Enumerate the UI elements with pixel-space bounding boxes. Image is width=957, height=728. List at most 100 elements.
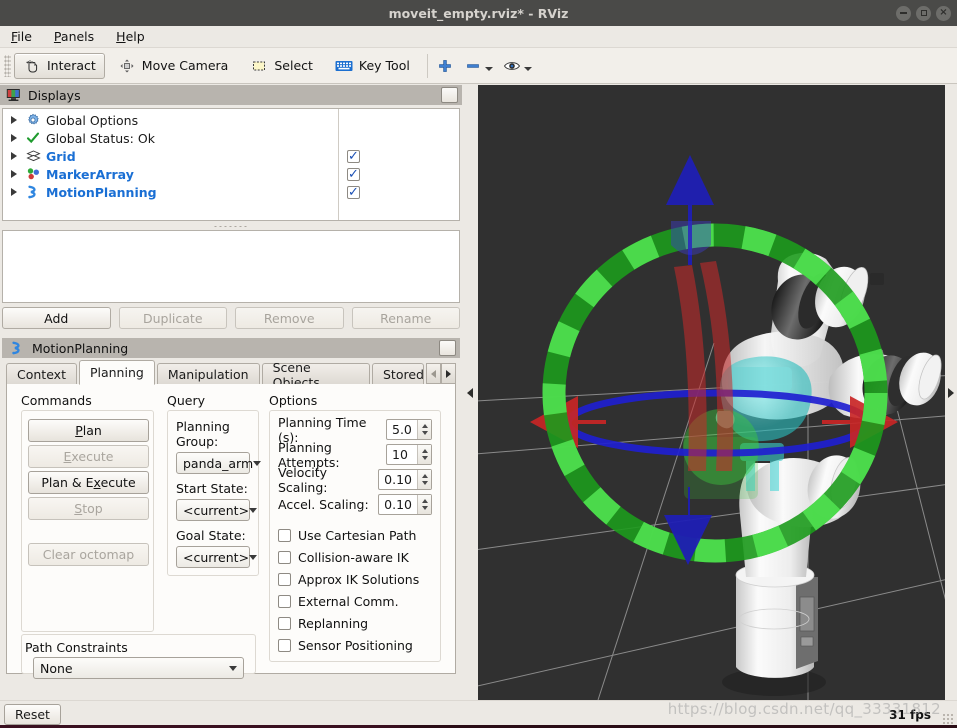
replanning-row[interactable]: Replanning <box>278 612 432 634</box>
minus-icon[interactable] <box>464 57 482 75</box>
displays-tree[interactable]: Global Options Global Status: Ok Grid Ma… <box>2 108 460 221</box>
reset-button[interactable]: Reset <box>4 704 61 725</box>
tool-key-tool[interactable]: Key Tool <box>326 53 419 79</box>
display-row-motionplanning[interactable]: MotionPlanning <box>3 183 338 201</box>
menu-panels[interactable]: Panels <box>51 27 97 46</box>
accel-scaling-spinner[interactable]: 0.10 <box>378 494 432 515</box>
path-constraints-value: None <box>40 660 73 676</box>
minimize-button[interactable] <box>896 5 911 21</box>
approx-ik-solutions-row[interactable]: Approx IK Solutions <box>278 568 432 590</box>
displays-tree-names: Global Options Global Status: Ok Grid Ma… <box>3 109 339 220</box>
display-checkbox-grid[interactable]: ✓ <box>339 147 459 165</box>
add-display-button[interactable]: Add <box>2 307 111 329</box>
planning-time-spinner[interactable]: 5.0 <box>386 419 432 440</box>
spinner-down-icon[interactable] <box>421 481 428 486</box>
panel-splitter-handle[interactable] <box>2 222 460 230</box>
sensor-positioning-row[interactable]: Sensor Positioning <box>278 634 432 656</box>
query-group: Planning Group: panda_arm Start State: <… <box>167 410 262 576</box>
expand-arrow-icon[interactable] <box>11 170 17 178</box>
planning-group-combo[interactable]: panda_arm <box>176 452 262 474</box>
path-constraints-combo[interactable]: None <box>33 657 244 679</box>
tab-planning[interactable]: Planning <box>78 360 155 385</box>
display-row-markerarray[interactable]: MarkerArray <box>3 165 338 183</box>
goal-state-combo[interactable]: <current> <box>176 546 258 568</box>
expand-arrow-icon[interactable] <box>11 152 17 160</box>
menu-file[interactable]: File <box>8 27 35 46</box>
tool-move-camera-label: Move Camera <box>141 58 229 73</box>
window-title: moveit_empty.rviz* - RViz <box>388 5 569 21</box>
expand-arrow-icon[interactable] <box>11 188 17 196</box>
commands-heading: Commands <box>21 393 92 408</box>
planning-attempts-spinner[interactable]: 10 <box>386 444 432 465</box>
display-checkbox-markerarray[interactable]: ✓ <box>339 165 459 183</box>
toolbar-grip[interactable] <box>4 54 11 77</box>
plan-and-execute-button[interactable]: Plan & Execute <box>28 471 149 494</box>
display-checkbox-motionplanning[interactable]: ✓ <box>339 183 459 201</box>
check-icon <box>24 129 42 147</box>
approx-ik-solutions-label: Approx IK Solutions <box>298 571 420 587</box>
display-row-global-options[interactable]: Global Options <box>3 111 338 129</box>
collision-aware-ik-checkbox[interactable] <box>278 550 291 564</box>
chevron-right-icon <box>446 369 451 378</box>
tab-context[interactable]: Context <box>6 363 77 385</box>
tab-scene-objects[interactable]: Scene Objects <box>261 360 370 390</box>
3d-viewport[interactable] <box>478 85 957 700</box>
tab-manipulation[interactable]: Manipulation <box>156 363 260 385</box>
tool-move-camera[interactable]: Move Camera <box>109 53 238 79</box>
motionplanning-title-label: MotionPlanning <box>32 340 129 356</box>
spinner-up-icon[interactable] <box>421 473 428 478</box>
spinner-down-icon[interactable] <box>421 431 428 436</box>
resize-grip[interactable] <box>942 713 954 725</box>
rename-display-button: Rename <box>351 307 460 329</box>
display-label: Global Options <box>46 112 139 128</box>
tab-scroll-left-button[interactable] <box>426 363 441 384</box>
external-comm-row[interactable]: External Comm. <box>278 590 432 612</box>
add-tool-group <box>436 57 454 75</box>
velocity-scaling-spinner[interactable]: 0.10 <box>378 469 432 490</box>
external-comm-label: External Comm. <box>298 593 399 609</box>
maximize-button[interactable] <box>916 5 931 21</box>
eye-icon[interactable] <box>503 57 521 75</box>
spinner-up-icon[interactable] <box>421 498 428 503</box>
stop-button: Stop <box>28 497 149 520</box>
expand-arrow-icon[interactable] <box>11 116 17 124</box>
tool-interact[interactable]: Interact <box>14 52 105 79</box>
spinner-down-icon[interactable] <box>421 506 428 511</box>
collision-aware-ik-row[interactable]: Collision-aware IK <box>278 546 432 568</box>
tab-scroll-right-button[interactable] <box>441 363 456 384</box>
display-label: Grid <box>46 148 76 164</box>
chevron-down-icon <box>249 554 258 560</box>
close-button[interactable]: × <box>936 5 951 21</box>
display-row-global-status[interactable]: Global Status: Ok <box>3 129 338 147</box>
replanning-checkbox[interactable] <box>278 616 291 630</box>
left-panel-collapse-button[interactable] <box>462 85 478 700</box>
tab-scroll-buttons <box>426 363 456 384</box>
use-cartesian-path-row[interactable]: Use Cartesian Path <box>278 524 432 546</box>
sensor-positioning-checkbox[interactable] <box>278 638 291 652</box>
displays-tree-checkboxes: ✓ ✓ ✓ <box>339 109 459 220</box>
plus-icon[interactable] <box>436 57 454 75</box>
spinner-up-icon[interactable] <box>421 448 428 453</box>
external-comm-checkbox[interactable] <box>278 594 291 608</box>
right-panel-expand-button[interactable] <box>945 85 957 700</box>
displays-float-button[interactable] <box>441 87 458 103</box>
tab-stored[interactable]: Stored <box>372 363 424 385</box>
tool-interact-label: Interact <box>47 58 96 73</box>
menu-help[interactable]: Help <box>113 27 148 46</box>
tool-select[interactable]: Select <box>241 53 322 79</box>
motionplanning-float-button[interactable] <box>439 340 456 356</box>
plan-button[interactable]: Plan <box>28 419 149 442</box>
goal-state-value: <current> <box>183 549 250 565</box>
chevron-down-icon[interactable] <box>484 66 493 71</box>
approx-ik-solutions-checkbox[interactable] <box>278 572 291 586</box>
chevron-down-icon-view[interactable] <box>523 66 532 71</box>
replanning-label: Replanning <box>298 615 369 631</box>
spinner-down-icon[interactable] <box>421 456 428 461</box>
display-row-grid[interactable]: Grid <box>3 147 338 165</box>
start-state-combo[interactable]: <current> <box>176 499 258 521</box>
expand-arrow-icon[interactable] <box>11 134 17 142</box>
spinner-up-icon[interactable] <box>421 423 428 428</box>
use-cartesian-path-checkbox[interactable] <box>278 528 291 542</box>
query-heading: Query <box>167 393 205 408</box>
displays-dock-title: Displays <box>0 85 462 105</box>
